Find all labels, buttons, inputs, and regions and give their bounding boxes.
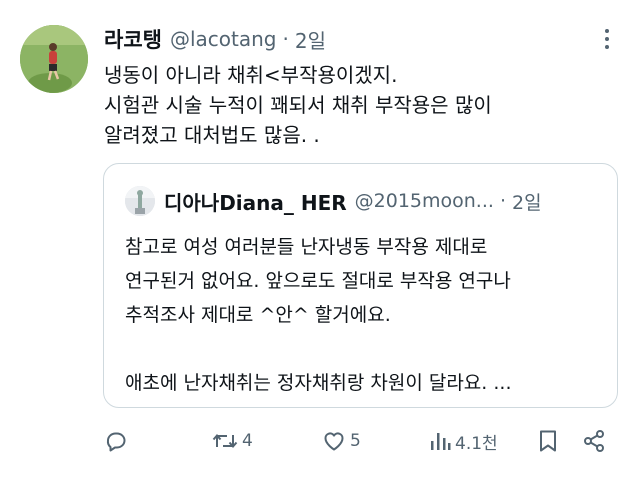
tweet-text-line: 알려졌고 대처법도 많음. . [104,123,320,147]
reply-button[interactable] [104,424,128,458]
separator-dot: · [282,27,289,51]
like-button[interactable]: 5 [322,424,361,458]
quoted-text-line: 추적조사 제대로 ^안^ 할거에요. [125,304,391,326]
quoted-avatar[interactable] [125,186,155,216]
quoted-header: 디아나Diana_ HER @2015moon... · 2일 [164,184,542,218]
tweet-text: 냉동이 아니라 채취<부작용이겠지. 시험관 시술 누적이 꽤되서 채취 부작용… [104,60,624,150]
display-name[interactable]: 라코탱 [104,24,162,54]
bookmark-icon [537,429,559,453]
views-count: 4.1천 [455,433,498,454]
quoted-text-blank-line [125,332,605,366]
retweet-icon [212,429,238,453]
reply-icon [104,429,128,453]
quoted-text-line: 애초에 난자채취는 정자채취랑 차원이 달라요. ... [125,372,512,394]
separator-dot: · [499,190,506,212]
tweet-text-line: 냉동이 아니라 채취<부작용이겠지. [104,63,398,87]
heart-icon [322,429,346,453]
views-button[interactable]: 4.1천 [429,424,498,458]
quoted-timestamp[interactable]: 2일 [512,188,542,215]
quoted-display-name[interactable]: 디아나Diana_ HER [164,187,347,216]
tweet-header: 라코탱 @lacotang · 2일 [104,22,326,56]
bookmark-button[interactable] [537,424,559,458]
quoted-handle[interactable]: @2015moon... [355,190,494,212]
share-icon [582,429,606,453]
quoted-text: 참고로 여성 여러분들 난자냉동 부작용 제대로 연구된거 없어요. 앞으로도 … [125,230,605,400]
retweet-button[interactable]: 4 [212,424,253,458]
action-bar: 4 5 4.1천 [104,424,616,458]
avatar[interactable] [20,25,88,93]
timestamp[interactable]: 2일 [295,25,326,54]
views-icon [429,429,451,453]
like-count: 5 [350,431,361,451]
quoted-text-line: 참고로 여성 여러분들 난자냉동 부작용 제대로 [125,236,488,258]
retweet-count: 4 [242,431,253,451]
handle[interactable]: @lacotang [170,27,277,51]
quoted-text-line: 연구된거 없어요. 앞으로도 절대로 부작용 연구나 [125,270,511,292]
share-button[interactable] [582,424,606,458]
more-options-icon[interactable] [600,28,614,50]
quoted-tweet[interactable]: 디아나Diana_ HER @2015moon... · 2일 참고로 여성 여… [103,163,618,408]
tweet-text-line: 시험관 시술 누적이 꽤되서 채취 부작용은 많이 [104,93,492,117]
tweet[interactable]: 라코탱 @lacotang · 2일 냉동이 아니라 채취<부작용이겠지. 시험… [0,0,640,484]
